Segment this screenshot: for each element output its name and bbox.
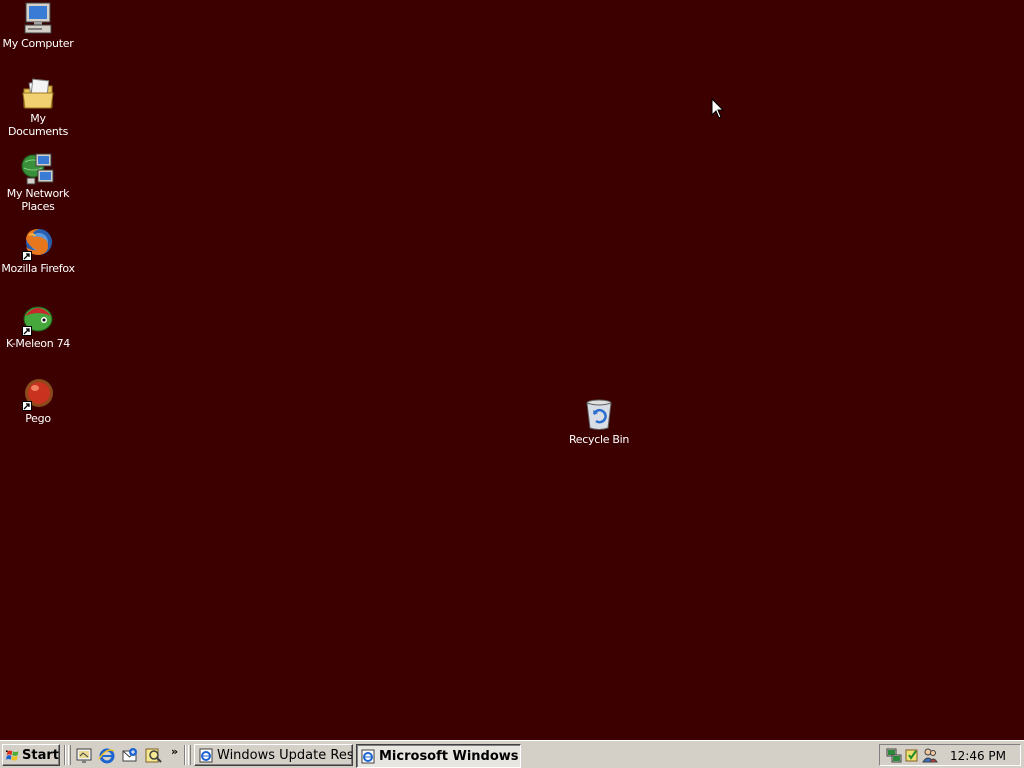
outlook-express-icon[interactable] bbox=[121, 747, 138, 764]
firefox-icon bbox=[21, 227, 55, 261]
windows-media-icon[interactable] bbox=[145, 747, 162, 764]
task-area-grip[interactable] bbox=[188, 745, 191, 765]
shortcut-arrow-icon bbox=[22, 251, 32, 261]
my-network-places-shortcut[interactable]: My Network Places bbox=[0, 152, 76, 213]
my-documents-shortcut[interactable]: My Documents bbox=[0, 77, 76, 138]
network-icon[interactable] bbox=[886, 747, 902, 763]
taskbar: Start » Windows Update Rest... bbox=[0, 740, 1024, 768]
firefox-label: Mozilla Firefox bbox=[1, 262, 75, 275]
windows-logo-icon bbox=[6, 749, 19, 761]
kmeleon-icon bbox=[21, 302, 55, 336]
mouse-cursor-icon bbox=[711, 98, 725, 119]
taskbar-divider bbox=[64, 745, 66, 765]
security-icon[interactable] bbox=[904, 747, 920, 763]
pego-shortcut[interactable]: Pego bbox=[0, 377, 76, 425]
recycle-bin-icon bbox=[582, 398, 616, 432]
quick-launch-grip[interactable] bbox=[68, 745, 71, 765]
shortcut-arrow-icon bbox=[22, 326, 32, 336]
pego-label: Pego bbox=[25, 412, 51, 425]
task-button-windows-update[interactable]: Windows Update Rest... bbox=[194, 744, 353, 766]
folder-documents-icon bbox=[21, 77, 55, 111]
start-button[interactable]: Start bbox=[2, 744, 60, 766]
users-icon[interactable] bbox=[922, 747, 938, 763]
quick-launch-more-button[interactable]: » bbox=[171, 745, 178, 758]
ie-page-icon bbox=[361, 749, 375, 763]
kmeleon-label: K-Meleon 74 bbox=[5, 337, 70, 350]
my-computer-shortcut[interactable]: My Computer bbox=[0, 2, 76, 50]
task-label-microsoft-windows: Microsoft Windows ... bbox=[379, 748, 520, 764]
kmeleon-shortcut[interactable]: K-Meleon 74 bbox=[0, 302, 76, 350]
clock[interactable]: 12:46 PM bbox=[950, 749, 1006, 763]
ie-page-icon bbox=[199, 748, 213, 762]
desktop[interactable]: My Computer My Documents My Network Plac… bbox=[0, 0, 1024, 740]
shortcut-arrow-icon bbox=[22, 401, 32, 411]
task-button-microsoft-windows[interactable]: Microsoft Windows ... bbox=[356, 744, 521, 768]
network-globe-icon bbox=[21, 152, 55, 186]
recycle-bin-shortcut[interactable]: Recycle Bin bbox=[561, 398, 637, 446]
firefox-shortcut[interactable]: Mozilla Firefox bbox=[0, 227, 76, 275]
my-computer-icon bbox=[21, 2, 55, 36]
pego-icon bbox=[21, 377, 55, 411]
show-desktop-icon[interactable] bbox=[76, 747, 93, 764]
task-label-windows-update: Windows Update Rest... bbox=[217, 747, 353, 763]
my-computer-label: My Computer bbox=[2, 37, 74, 50]
internet-explorer-icon[interactable] bbox=[98, 747, 115, 764]
system-tray: 12:46 PM bbox=[879, 744, 1021, 766]
my-documents-label: My Documents bbox=[7, 112, 69, 138]
network-label-line1: My Network bbox=[6, 187, 70, 200]
recycle-bin-label: Recycle Bin bbox=[568, 433, 630, 446]
start-label: Start bbox=[22, 747, 59, 763]
taskbar-divider bbox=[184, 745, 186, 765]
network-label-line2: Places bbox=[21, 200, 55, 213]
